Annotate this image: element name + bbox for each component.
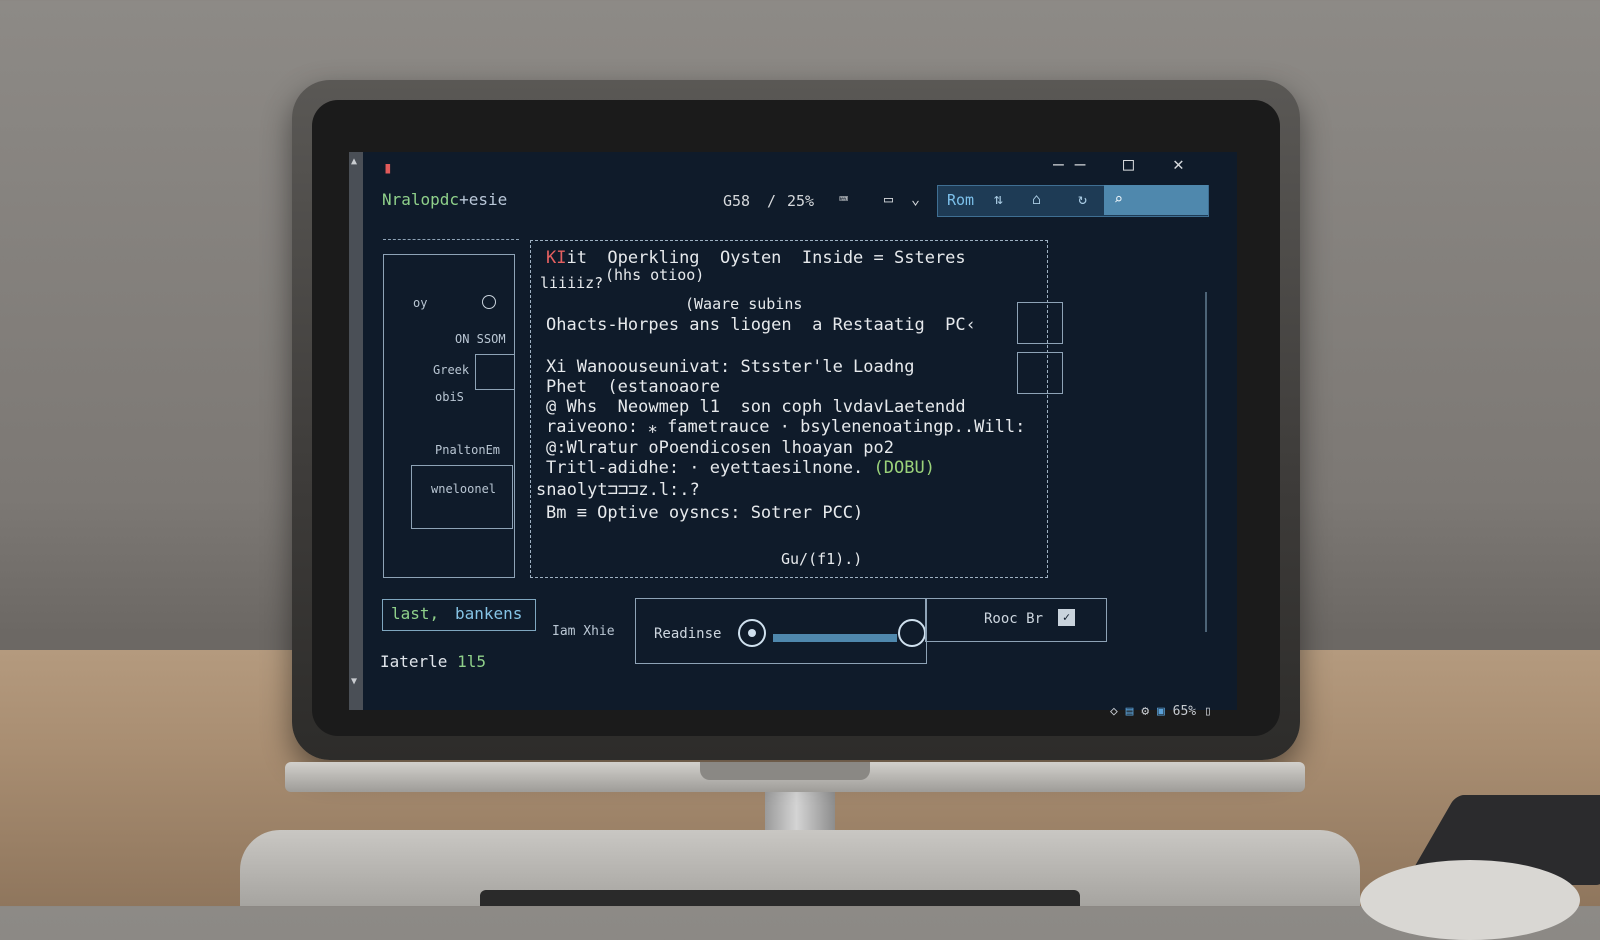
maximize-button[interactable]: □ [1123,154,1134,175]
console-line: @:Wlratur oPoendicosen lhoayan po2 [546,438,894,458]
keyboard-icon[interactable]: ⌨ [839,190,848,208]
diagram-inner-box [411,465,513,529]
gear-icon[interactable]: ⚙ [1141,704,1149,719]
left-label: PnaltonEm [435,443,501,457]
search-icon[interactable]: ⌕ [1114,190,1123,208]
root-label: Rooc Br [984,611,1044,627]
app-icon: ▮ [383,158,393,177]
readiness-label: Readinse [654,626,722,642]
console-line-tag: (DOBU) [873,458,935,478]
console-line: Gu/(f1).) [781,550,863,568]
console-line: Tritl-adidhe: · eyettaesilnone. (DOBU) [546,458,935,478]
sort-icon[interactable]: ⇅ [994,190,1003,208]
console-line: raiveono: ⁎ fametrauce · bsylenenoatingp… [546,417,1026,437]
diamond-icon[interactable]: ◇ [1110,704,1118,719]
left-scrollbar[interactable]: ▲ ▼ [349,152,363,710]
readiness-panel: Readinse [635,598,927,664]
keyboard-edge [480,890,1080,906]
console-line: Bm ≡ Optive oysncs: Sotrer PCC) [546,503,864,523]
scroll-down-icon[interactable]: ▼ [351,676,357,687]
status-label: Iaterle [380,652,448,671]
left-label: Greek [433,363,470,377]
toolbar-value: G58 [723,192,751,210]
system-tray: ◇ ▤ ⚙ ▣ 65% ▯ [1110,704,1212,719]
console-line-text: Tritl-adidhe: · eyettaesilnone. [546,458,864,478]
console-line: @ Whs Neowmep l1 son coph lvdavLaetendd [546,397,966,417]
circle-node-icon [482,295,496,309]
slider-end-knob[interactable] [898,619,926,647]
side-node-box [1017,302,1063,344]
root-checkbox[interactable]: ✓ [1058,609,1075,626]
readiness-slider-track[interactable] [773,634,897,642]
mouse [1360,860,1580,940]
screen: ▲ ▼ ▮ – – □ ✕ Nralopdc+esie G58 / 25% ⌨ … [349,152,1237,710]
button-label: bankens [455,604,523,623]
home-icon[interactable]: ⌂ [1032,190,1041,208]
console-line: liiiiz? [540,274,604,292]
toolbar-separator: / [767,192,777,210]
app-title-secondary: +esie [459,190,508,209]
last-bankens-button[interactable]: last, bankens [382,599,536,631]
app-title: Nralopdc+esie [382,190,507,209]
left-label: ON SSOM [455,332,506,346]
status-text: Iaterle 1l5 [380,652,486,671]
tray-end-icon: ▯ [1203,704,1212,719]
diagram-node [475,354,515,390]
console-line-text: it Operkling Oysten Inside = Ssteres [566,248,966,268]
close-button[interactable]: ✕ [1173,154,1184,175]
monitor-chin-notch [700,762,870,780]
console-line: snaolyt⊐⊐⊐z.l:.? [536,480,700,500]
console-line: (hhs otioo) [605,266,705,284]
rom-button[interactable]: Rom [947,191,974,209]
right-scrollbar[interactable] [1205,292,1207,632]
window-icon[interactable]: ▣ [1157,704,1165,719]
left-label: obiS [435,390,464,404]
button-label: last, [391,604,440,623]
left-label: oy [413,296,428,310]
console-line-prefix: KI [546,248,567,268]
chevron-down-icon[interactable]: ⌄ [911,190,920,208]
slider-start-knob[interactable] [738,619,766,647]
minimize-button[interactable]: – – [1053,154,1086,175]
console-line: KIit Operkling Oysten Inside = Ssteres [546,248,966,268]
refresh-icon[interactable]: ↻ [1078,190,1087,208]
root-panel: Rooc Br ✓ [925,598,1107,642]
status-value: 1l5 [457,652,486,671]
left-dashed-divider [383,239,519,240]
side-node-box [1017,352,1063,394]
scroll-up-icon[interactable]: ▲ [351,156,357,167]
left-label: wneloonel [431,482,497,496]
clipboard-icon[interactable]: ▭ [884,190,893,208]
console-line: Ohacts-Horpes ans liogen a Restaatig PC‹ [546,315,976,335]
search-box[interactable]: ⌕ [1104,185,1208,215]
zoom-level[interactable]: 25% [787,192,814,210]
console-line: Xi Wanoouseunivat: Stsster'le Loadng [546,357,915,377]
battery-icon[interactable]: ▤ [1126,704,1134,719]
console-line: (Waare subins [685,295,803,313]
app-title-primary: Nralopdc [382,190,460,209]
console-line: Phet (estanoaore [546,377,720,397]
iam-label: Iam Xhie [552,624,615,639]
tray-percent: 65% [1172,704,1197,719]
